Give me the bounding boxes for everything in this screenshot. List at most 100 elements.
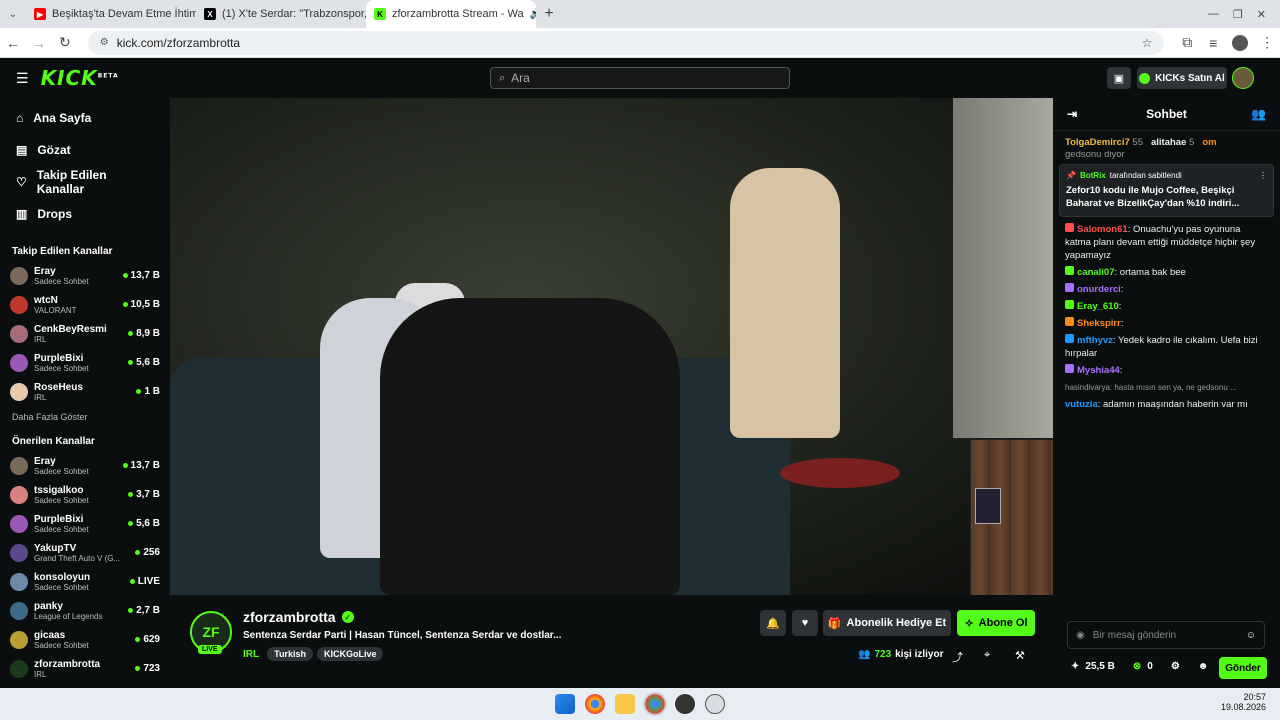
browser-tab-2[interactable]: X (1) X'te Serdar: "Trabzonspor, B ✕ bbox=[196, 0, 366, 28]
recommended-channel-panky[interactable]: panky League of Legends 2,7 B bbox=[0, 596, 170, 625]
pinned-message[interactable]: 📌 BotRix tarafından sabitlendi ⋮ Zefor10… bbox=[1059, 164, 1274, 217]
browser-tab-1[interactable]: ▶ Beşiktaş'ta Devam Etme İhtimali ✕ bbox=[26, 0, 196, 28]
clock-time[interactable]: 20:57 bbox=[1221, 692, 1266, 702]
drops-icon: ▥ bbox=[16, 207, 28, 221]
viewer-count: 2,7 B bbox=[136, 605, 160, 616]
video-wall bbox=[953, 98, 1053, 438]
buy-kicks-button[interactable]: KICKs Satın Al bbox=[1137, 67, 1227, 89]
clip-icon[interactable]: ⌖ bbox=[984, 649, 990, 662]
collapse-chat-icon[interactable]: ⇥ bbox=[1067, 107, 1077, 121]
subscribe-button[interactable]: ✧ Abone Ol bbox=[957, 610, 1035, 636]
maximize-icon[interactable]: ❐ bbox=[1233, 8, 1243, 21]
badge-icon bbox=[1065, 223, 1074, 232]
followed-channel-Eray[interactable]: Eray Sadece Sohbet 13,7 B bbox=[0, 261, 170, 290]
chat-input[interactable]: ◉ Bir mesaj gönderin ☺ bbox=[1067, 621, 1265, 649]
extensions-icon[interactable]: ⧉ bbox=[1174, 34, 1200, 51]
nav-browse[interactable]: ▤ Gözat bbox=[0, 134, 170, 166]
video-player[interactable] bbox=[170, 98, 1053, 595]
file-explorer-icon[interactable] bbox=[615, 694, 635, 714]
more-options-icon[interactable]: ⋮ bbox=[1259, 171, 1267, 180]
recommended-channel-konsoloyun[interactable]: konsoloyun Sadece Sohbet LIVE bbox=[0, 567, 170, 596]
channel-name: RoseHeus bbox=[34, 381, 83, 393]
recommended-channel-zforzambrotta[interactable]: zforzambrotta IRL 723 bbox=[0, 654, 170, 683]
chrome-icon[interactable] bbox=[585, 694, 605, 714]
profile-avatar[interactable] bbox=[1232, 34, 1249, 51]
new-tab-icon[interactable]: + bbox=[536, 5, 562, 23]
emoji-icon[interactable]: ☺ bbox=[1246, 630, 1256, 641]
reload-icon[interactable]: ↻ bbox=[52, 34, 78, 51]
tag-kickgolive[interactable]: KICKGoLive bbox=[316, 647, 384, 661]
category-link[interactable]: IRL bbox=[243, 649, 259, 660]
badge-icon: ◉ bbox=[1076, 629, 1085, 641]
settings-tools-icon[interactable]: ⚒ bbox=[1015, 649, 1025, 662]
x-icon: X bbox=[204, 8, 216, 20]
viewer-count: 5,6 B bbox=[136, 357, 160, 368]
windows-start-icon[interactable] bbox=[555, 694, 575, 714]
emote-picker-icon[interactable]: ☻ bbox=[1198, 661, 1209, 672]
layout-icon[interactable]: ▣ bbox=[1107, 67, 1131, 89]
kicks-icon[interactable]: ⊗ bbox=[1133, 661, 1141, 672]
channel-points-icon[interactable]: ✦ bbox=[1071, 661, 1079, 672]
chat-message: Shekspirr: bbox=[1053, 315, 1280, 332]
minimize-icon[interactable]: — bbox=[1208, 8, 1219, 21]
recommended-channel-gicaas[interactable]: gicaas Sadece Sohbet 629 bbox=[0, 625, 170, 654]
channel-category: Sadece Sohbet bbox=[34, 276, 89, 286]
window-close-icon[interactable]: ✕ bbox=[1257, 8, 1266, 21]
back-icon[interactable]: ← bbox=[0, 35, 26, 51]
live-dot-icon bbox=[128, 360, 134, 365]
media-icon[interactable]: ≡ bbox=[1200, 35, 1226, 51]
notification-bell-button[interactable]: 🔔 bbox=[760, 610, 786, 636]
recommended-channel-Eray[interactable]: Eray Sadece Sohbet 13,7 B bbox=[0, 451, 170, 480]
viewer-count: 13,7 B bbox=[130, 270, 160, 281]
browser-menu-icon[interactable]: ⋮ bbox=[1254, 34, 1280, 51]
nav-following[interactable]: ♡ Takip Edilen Kanallar bbox=[0, 166, 170, 198]
tab-list-icon[interactable]: ⌄ bbox=[0, 9, 26, 20]
nav-drops[interactable]: ▥ Drops bbox=[0, 198, 170, 230]
cut-message: gedsonu diyor bbox=[1065, 151, 1125, 160]
followed-channel-wtcN[interactable]: wtcN VALORANT 10,5 B bbox=[0, 290, 170, 319]
speaker-icon[interactable]: 🔊 bbox=[530, 9, 536, 20]
followed-channel-RoseHeus[interactable]: RoseHeus IRL 1 B bbox=[0, 377, 170, 406]
live-dot-icon bbox=[128, 608, 134, 613]
bookmark-star-icon[interactable]: ☆ bbox=[1142, 36, 1153, 50]
recommended-channel-PurpleBixi[interactable]: PurpleBixi Sadece Sohbet 5,6 B bbox=[0, 509, 170, 538]
browser-tab-3[interactable]: K zforzambrotta Stream - Wa 🔊 ✕ bbox=[366, 0, 536, 28]
recommended-channel-tssigalkoo[interactable]: tssigalkoo Sadece Sohbet 3,7 B bbox=[0, 480, 170, 509]
channel-category: IRL bbox=[34, 669, 47, 679]
app-icon[interactable] bbox=[675, 694, 695, 714]
followed-channel-PurpleBixi[interactable]: PurpleBixi Sadece Sohbet 5,6 B bbox=[0, 348, 170, 377]
chat-settings-icon[interactable]: ⚙ bbox=[1171, 661, 1180, 672]
chat-panel: ⇥ Sohbet 👥 TolgaDemirci7 55 alitahae 5 o… bbox=[1053, 98, 1280, 688]
channel-name[interactable]: zforzambrotta bbox=[243, 609, 336, 625]
chat-users-icon[interactable]: 👥 bbox=[1251, 107, 1266, 121]
search-input[interactable]: ⌕ Ara bbox=[490, 67, 790, 89]
video-person-2 bbox=[380, 298, 680, 595]
forward-icon[interactable]: → bbox=[26, 35, 52, 51]
sidebar: ⌂ Ana Sayfa ▤ Gözat ♡ Takip Edilen Kanallar… bbox=[0, 98, 170, 688]
user-avatar[interactable] bbox=[1232, 67, 1254, 89]
steam-icon[interactable] bbox=[705, 694, 725, 714]
share-icon[interactable]: ⤴ bbox=[952, 649, 963, 665]
follow-heart-button[interactable]: ♥ bbox=[792, 610, 818, 636]
show-more-link[interactable]: Daha Fazla Göster bbox=[0, 406, 170, 428]
recommended-channel-YakupTV[interactable]: YakupTV Grand Theft Auto V (G... 256 bbox=[0, 538, 170, 567]
send-button[interactable]: Gönder bbox=[1219, 657, 1267, 679]
avatar bbox=[10, 456, 28, 475]
clock-date[interactable]: 19.08.2026 bbox=[1221, 702, 1266, 712]
live-dot-icon bbox=[122, 302, 128, 307]
tag-turkish[interactable]: Turkish bbox=[267, 647, 313, 661]
viewer-count: 629 bbox=[143, 634, 160, 645]
channel-name: PurpleBixi bbox=[34, 513, 84, 525]
url-field[interactable]: ⚙ kick.com/zforzambrotta ☆ bbox=[87, 30, 1165, 55]
followed-channel-CenkBeyResmi[interactable]: CenkBeyResmi IRL 8,9 B bbox=[0, 319, 170, 348]
channel-name: zforzambrotta bbox=[34, 658, 101, 670]
live-dot-icon bbox=[122, 273, 128, 278]
site-info-icon[interactable]: ⚙ bbox=[100, 37, 109, 48]
avatar bbox=[10, 485, 28, 504]
chrome-active-icon[interactable] bbox=[643, 692, 667, 716]
menu-icon[interactable]: ☰ bbox=[16, 70, 29, 87]
nav-home[interactable]: ⌂ Ana Sayfa bbox=[0, 102, 170, 134]
gift-sub-button[interactable]: 🎁 Abonelik Hediye Et bbox=[823, 610, 951, 636]
kick-logo[interactable]: KICKBETA bbox=[41, 66, 119, 90]
avatar bbox=[10, 382, 28, 401]
